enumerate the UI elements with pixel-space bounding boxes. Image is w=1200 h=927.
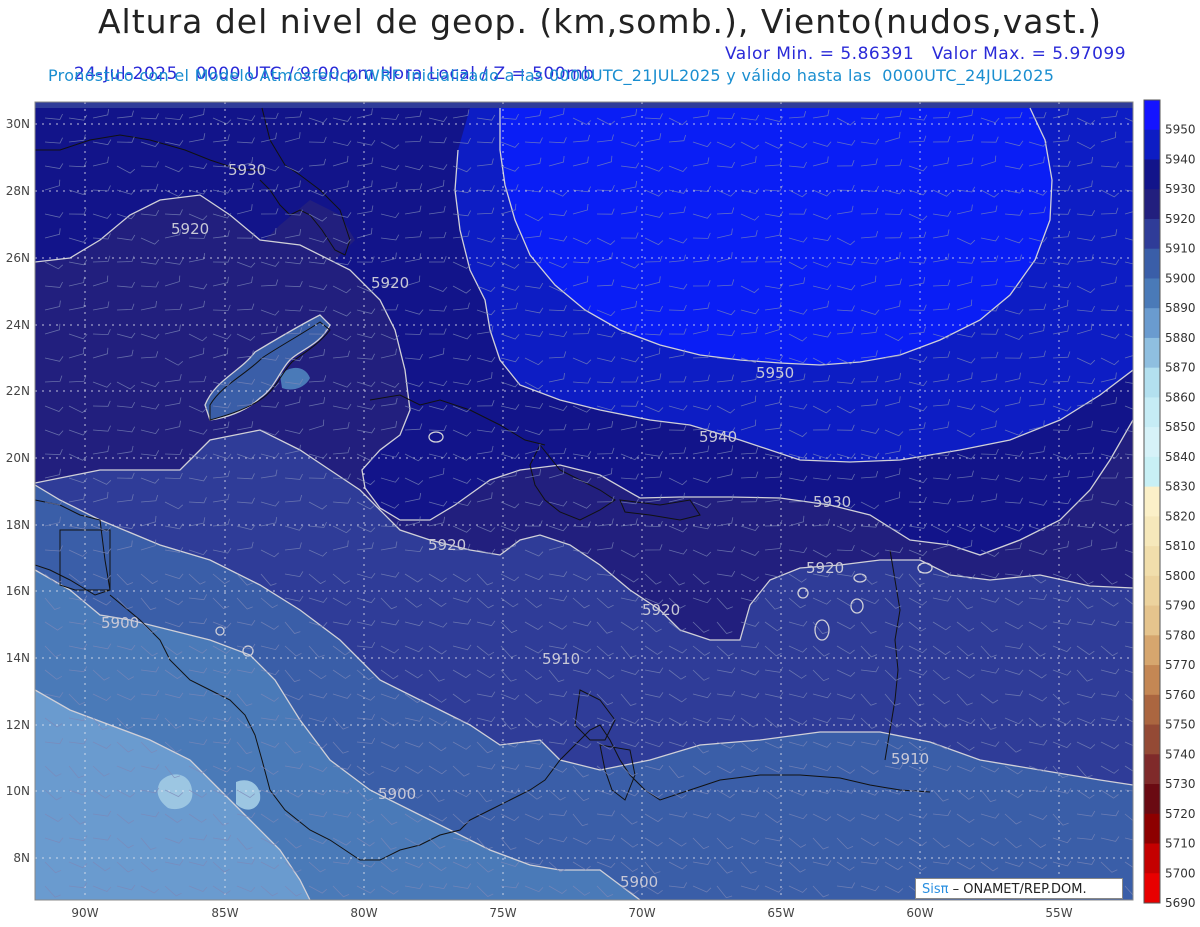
colorbar-label: 5770: [1165, 658, 1196, 672]
contour-label: 5910: [542, 650, 580, 668]
colorbar-swatch: [1144, 367, 1160, 398]
contour-label: 5950: [756, 364, 794, 382]
colorbar-label: 5820: [1165, 509, 1196, 523]
colorbar-label: 5800: [1165, 569, 1196, 583]
credit-box: Sisπ – ONAMET/REP.DOM.: [915, 878, 1123, 899]
lon-axis: 90W 85W 80W 75W 70W 65W 60W 55W: [71, 906, 1072, 920]
lon-label: 65W: [767, 906, 794, 920]
colorbar-swatch: [1144, 397, 1160, 428]
map-fields: 5930 5920 5920 5950 5940 5930 5920 5920 …: [35, 102, 1133, 900]
contour-label: 5920: [642, 601, 680, 619]
colorbar-label: 5710: [1165, 837, 1196, 851]
colorbar-swatch: [1144, 100, 1160, 131]
colorbar-label: 5790: [1165, 599, 1196, 613]
colorbar: 5950 5940 5930 5920 5910 5900 5890 5880 5870 5860…: [1143, 99, 1196, 910]
lat-axis: 30N 28N 26N 24N 22N 20N 18N 16N 14N 12N …: [6, 117, 30, 865]
colorbar-swatch: [1144, 486, 1160, 517]
lon-label: 75W: [489, 906, 516, 920]
lat-label: 30N: [6, 117, 30, 131]
lat-label: 12N: [6, 718, 30, 732]
colorbar-label: 5910: [1165, 242, 1196, 256]
colorbar-label: 5930: [1165, 182, 1196, 196]
colorbar-swatch: [1144, 724, 1160, 755]
colorbar-label: 5880: [1165, 331, 1196, 345]
lat-label: 10N: [6, 784, 30, 798]
colorbar-swatch: [1144, 278, 1160, 309]
sispi-logo: Sisπ: [922, 882, 949, 897]
geopotential-map: 5930 5920 5920 5950 5940 5930 5920 5920 …: [6, 99, 1196, 920]
contour-label: 5920: [428, 536, 466, 554]
colorbar-swatch: [1144, 308, 1160, 339]
contour-label: 5920: [371, 274, 409, 292]
colorbar-label: 5950: [1165, 123, 1196, 137]
colorbar-swatch: [1144, 427, 1160, 458]
colorbar-swatch: [1144, 516, 1160, 547]
lon-label: 55W: [1045, 906, 1072, 920]
contour-label: 5920: [806, 559, 844, 577]
colorbar-swatch: [1144, 754, 1160, 785]
colorbar-swatch: [1144, 843, 1160, 874]
colorbar-label: 5780: [1165, 628, 1196, 642]
contour-label: 5900: [101, 614, 139, 632]
colorbar-swatch: [1144, 813, 1160, 845]
colorbar-label: 5690: [1165, 896, 1196, 910]
colorbar-label: 5860: [1165, 390, 1196, 404]
contour-label: 5930: [813, 493, 851, 511]
credit-text: – ONAMET/REP.DOM.: [952, 882, 1087, 897]
contour-label: 5940: [699, 428, 737, 446]
colorbar-swatch: [1144, 129, 1160, 160]
lat-label: 22N: [6, 384, 30, 398]
colorbar-swatch: [1144, 159, 1160, 190]
colorbar-label: 5850: [1165, 420, 1196, 434]
colorbar-label: 5890: [1165, 301, 1196, 315]
lat-label: 8N: [13, 851, 30, 865]
colorbar-label: 5870: [1165, 361, 1196, 375]
colorbar-label: 5900: [1165, 271, 1196, 285]
colorbar-swatch: [1144, 218, 1160, 250]
lat-label: 24N: [6, 318, 30, 332]
colorbar-swatch: [1144, 189, 1160, 220]
colorbar-swatch: [1144, 456, 1160, 488]
colorbar-swatch: [1144, 665, 1160, 696]
colorbar-label: 5920: [1165, 212, 1196, 226]
colorbar-label: 5840: [1165, 450, 1196, 464]
colorbar-swatch: [1144, 694, 1160, 726]
colorbar-swatch: [1144, 575, 1160, 607]
colorbar-label: 5940: [1165, 152, 1196, 166]
contour-label: 5910: [891, 750, 929, 768]
lon-label: 70W: [628, 906, 655, 920]
colorbar-label: 5750: [1165, 718, 1196, 732]
lat-label: 14N: [6, 651, 30, 665]
colorbar-label: 5810: [1165, 539, 1196, 553]
lon-label: 90W: [71, 906, 98, 920]
contour-label: 5920: [171, 220, 209, 238]
contour-label: 5930: [228, 161, 266, 179]
contour-label: 5900: [378, 785, 416, 803]
colorbar-label: 5720: [1165, 807, 1196, 821]
contour-label: 5900: [620, 873, 658, 891]
colorbar-swatch: [1144, 337, 1160, 369]
lon-label: 80W: [350, 906, 377, 920]
lon-label: 85W: [211, 906, 238, 920]
colorbar-swatch: [1144, 873, 1160, 904]
lon-label: 60W: [906, 906, 933, 920]
lat-label: 28N: [6, 184, 30, 198]
colorbar-label: 5830: [1165, 480, 1196, 494]
colorbar-swatch: [1144, 635, 1160, 666]
colorbar-swatch: [1144, 784, 1160, 815]
lat-label: 18N: [6, 518, 30, 532]
lat-label: 26N: [6, 251, 30, 265]
colorbar-label: 5760: [1165, 688, 1196, 702]
colorbar-label: 5730: [1165, 777, 1196, 791]
colorbar-swatch: [1144, 546, 1160, 577]
colorbar-label: 5700: [1165, 866, 1196, 880]
colorbar-label: 5740: [1165, 747, 1196, 761]
lat-label: 20N: [6, 451, 30, 465]
colorbar-swatch: [1144, 605, 1160, 636]
lat-label: 16N: [6, 584, 30, 598]
colorbar-swatch: [1144, 248, 1160, 279]
